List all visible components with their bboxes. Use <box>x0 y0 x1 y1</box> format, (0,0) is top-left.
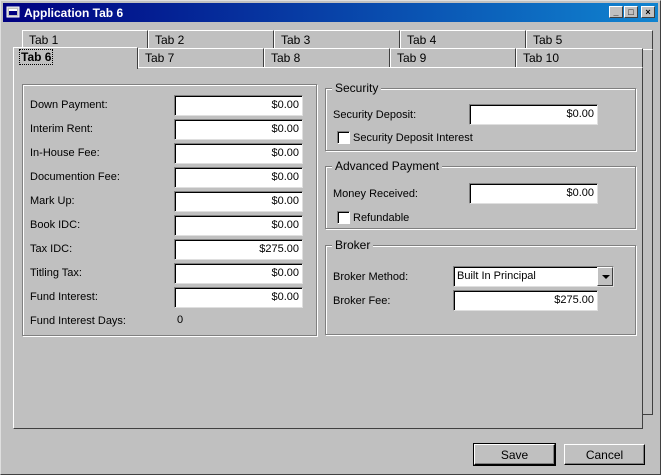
titling-tax-label: Titling Tax: <box>30 267 82 279</box>
security-deposit-label: Security Deposit: <box>333 109 417 121</box>
money-received-label: Money Received: <box>333 188 418 200</box>
tax-idc-field[interactable]: $275.00 <box>174 239 303 260</box>
save-button[interactable]: Save <box>473 443 556 466</box>
broker-fee-field[interactable]: $275.00 <box>453 290 598 311</box>
mark-up-field[interactable]: $0.00 <box>174 191 303 212</box>
security-deposit-interest-checkbox[interactable] <box>337 131 350 144</box>
tab-6[interactable]: Tab 6 <box>13 47 138 69</box>
maximize-button[interactable]: □ <box>624 6 638 18</box>
security-group: Security Security Deposit: $0.00 Securit… <box>325 81 636 151</box>
tab-9[interactable]: Tab 9 <box>390 48 516 67</box>
cancel-button[interactable]: Cancel <box>564 444 645 465</box>
close-button[interactable]: × <box>641 6 655 18</box>
interim-rent-field[interactable]: $0.00 <box>174 119 303 140</box>
window-title: Application Tab 6 <box>24 6 124 20</box>
tab-3[interactable]: Tab 3 <box>274 30 400 49</box>
broker-method-label: Broker Method: <box>333 271 409 283</box>
tax-idc-label: Tax IDC: <box>30 243 73 255</box>
broker-fee-label: Broker Fee: <box>333 295 391 307</box>
refundable-checkbox[interactable] <box>337 211 350 224</box>
in-house-fee-field[interactable]: $0.00 <box>174 143 303 164</box>
fund-interest-field[interactable]: $0.00 <box>174 287 303 308</box>
security-group-title: Security <box>332 81 382 95</box>
book-idc-label: Book IDC: <box>30 219 81 231</box>
advanced-payment-group-title: Advanced Payment <box>332 159 443 173</box>
tab-10[interactable]: Tab 10 <box>516 48 643 67</box>
documentation-fee-field[interactable]: $0.00 <box>174 167 303 188</box>
payment-details-group: Down Payment: $0.00 Interim Rent: $0.00 … <box>22 84 317 336</box>
tab-4[interactable]: Tab 4 <box>400 30 526 49</box>
broker-method-value: Built In Principal <box>457 270 536 282</box>
tab-5[interactable]: Tab 5 <box>526 30 653 49</box>
mark-up-label: Mark Up: <box>30 195 75 207</box>
fund-interest-days-label: Fund Interest Days: <box>30 315 126 327</box>
tab-7[interactable]: Tab 7 <box>138 48 264 67</box>
interim-rent-label: Interim Rent: <box>30 123 93 135</box>
down-payment-label: Down Payment: <box>30 99 108 111</box>
title-bar[interactable]: Application Tab 6 _ □ × <box>3 3 658 22</box>
fund-interest-days-value: 0 <box>177 314 184 326</box>
broker-group: Broker Broker Method: Built In Principal… <box>325 238 636 335</box>
security-deposit-interest-label[interactable]: Security Deposit Interest <box>353 132 473 144</box>
titling-tax-field[interactable]: $0.00 <box>174 263 303 284</box>
security-deposit-field[interactable]: $0.00 <box>469 104 598 125</box>
money-received-field[interactable]: $0.00 <box>469 183 598 204</box>
tab-2[interactable]: Tab 2 <box>148 30 274 49</box>
refundable-label[interactable]: Refundable <box>353 212 409 224</box>
chevron-down-icon[interactable] <box>597 267 613 286</box>
in-house-fee-label: In-House Fee: <box>30 147 100 159</box>
advanced-payment-group: Advanced Payment Money Received: $0.00 R… <box>325 159 636 229</box>
tab-8[interactable]: Tab 8 <box>264 48 390 67</box>
down-payment-field[interactable]: $0.00 <box>174 95 303 116</box>
book-idc-field[interactable]: $0.00 <box>174 215 303 236</box>
application-window: Application Tab 6 _ □ × Tab 1 Tab 2 Tab … <box>0 0 661 475</box>
broker-method-select[interactable]: Built In Principal <box>453 266 614 287</box>
minimize-button[interactable]: _ <box>609 6 623 18</box>
broker-group-title: Broker <box>332 238 374 252</box>
fund-interest-label: Fund Interest: <box>30 291 98 303</box>
tab-6-panel: Down Payment: $0.00 Interim Rent: $0.00 … <box>13 67 643 429</box>
app-icon <box>6 6 20 18</box>
documentation-fee-label: Documention Fee: <box>30 171 120 183</box>
